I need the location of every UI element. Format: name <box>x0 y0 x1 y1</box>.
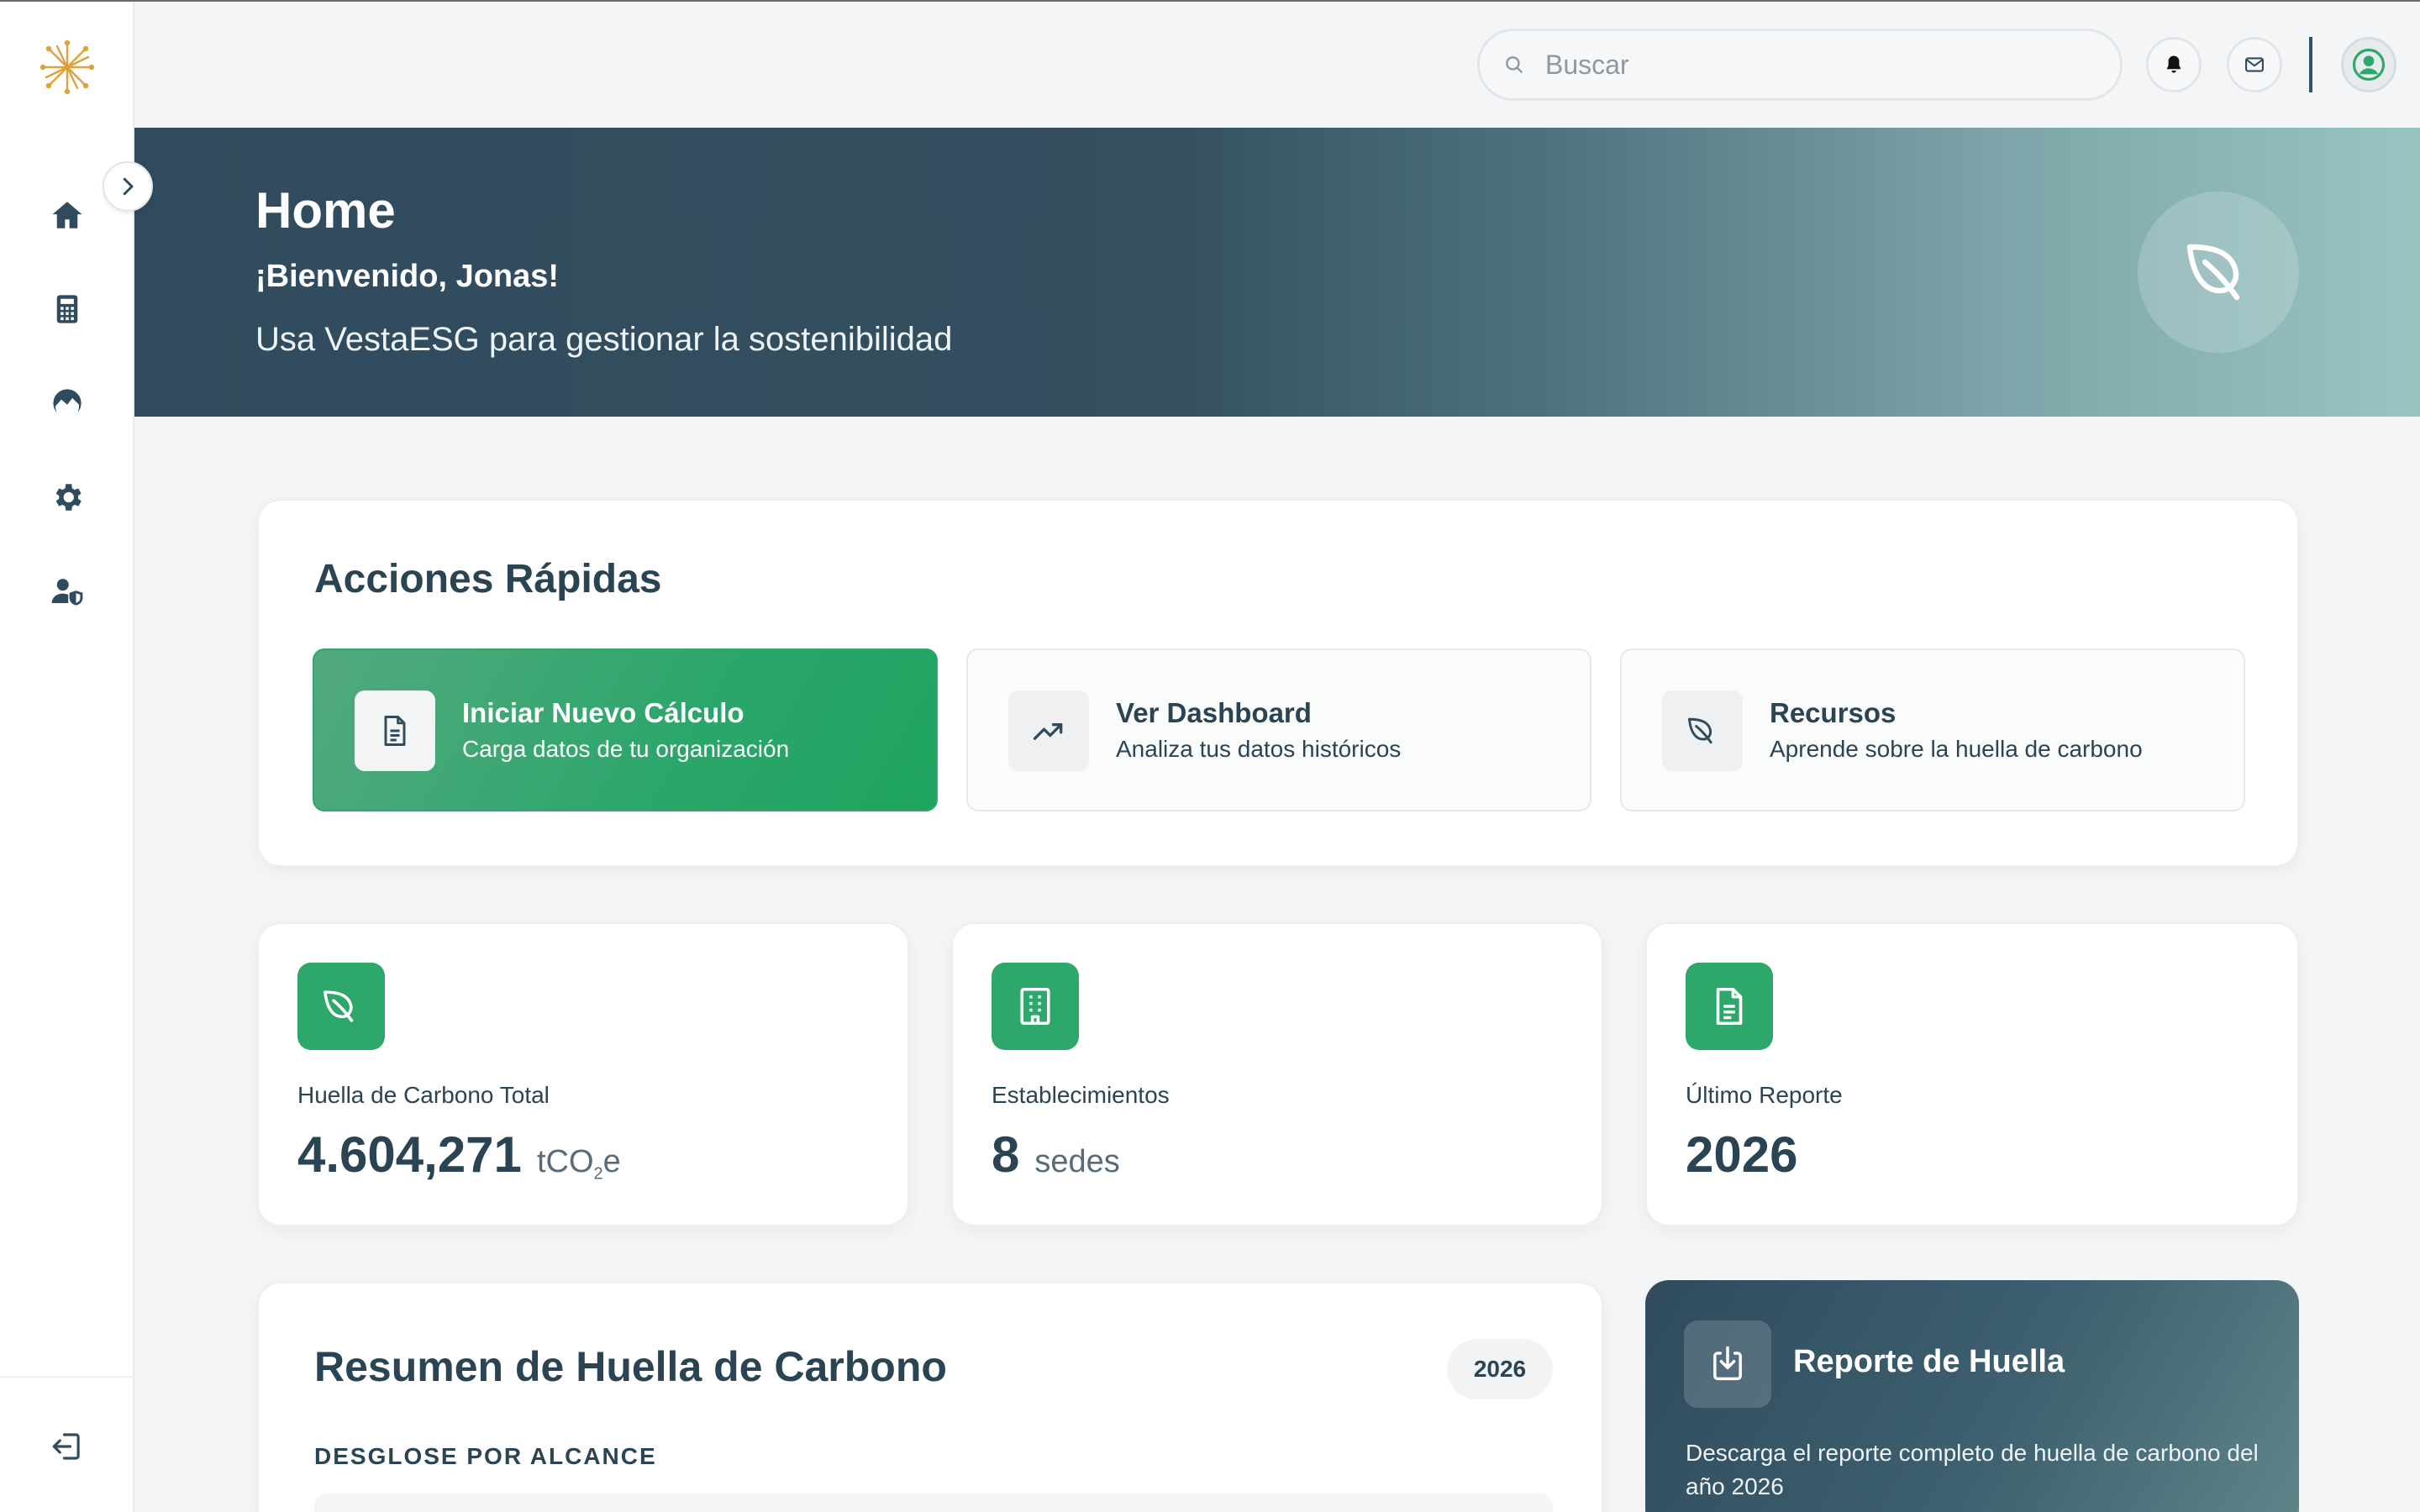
sidebar-toggle-button[interactable] <box>103 161 153 212</box>
sidebar-item-calculator[interactable] <box>40 282 94 336</box>
qa-description: Aprende sobre la huella de carbono <box>1770 736 2143 762</box>
sidebar-item-users[interactable] <box>40 564 94 618</box>
chevron-right-icon <box>123 177 134 196</box>
unit-main: tCO <box>536 1144 594 1179</box>
carbon-summary-card: Resumen de Huella de Carbono 2026 DESGLO… <box>257 1282 1603 1512</box>
search-box[interactable] <box>1477 29 2123 101</box>
stat-icon-box <box>1686 963 1773 1050</box>
qa-description: Analiza tus datos históricos <box>1116 736 1402 762</box>
user-shield-icon <box>51 579 83 606</box>
home-icon <box>52 202 82 228</box>
leaf-icon <box>324 990 354 1022</box>
welcome-subtitle: Usa VestaESG para gestionar la sostenibi… <box>255 321 953 358</box>
user-circle-icon <box>2352 48 2386 81</box>
unit-end: e <box>602 1144 621 1179</box>
stat-label: Último Reporte <box>1686 1082 1843 1108</box>
top-header <box>136 2 2420 128</box>
sidebar-item-home[interactable] <box>40 188 94 242</box>
welcome-message: ¡Bienvenido, Jonas! <box>255 259 560 294</box>
trend-up-icon <box>1033 723 1063 740</box>
gear-icon <box>55 484 82 511</box>
qa-icon-box <box>1662 690 1743 771</box>
leaf-icon <box>2186 244 2240 301</box>
page-title: Home <box>255 182 396 239</box>
stat-icon-box <box>297 963 385 1050</box>
stat-value: 8 <box>992 1126 1020 1183</box>
hero-leaf-badge <box>2138 192 2299 353</box>
app-logo[interactable] <box>37 37 97 97</box>
messages-button[interactable] <box>2227 37 2282 92</box>
qa-label: Recursos <box>1770 697 1897 728</box>
bell-icon <box>2166 55 2181 73</box>
stat-value-row: 2026 <box>1686 1126 1797 1184</box>
resources-button[interactable]: Recursos Aprende sobre la huella de carb… <box>1620 648 2245 811</box>
stat-value-row: 8 sedes <box>992 1126 1120 1184</box>
search-input[interactable] <box>1545 49 2049 81</box>
logout-icon <box>52 1433 80 1460</box>
year-selector[interactable]: 2026 <box>1447 1339 1553 1399</box>
qa-icon-box <box>355 690 435 771</box>
stat-unit: tCO2e <box>537 1144 621 1184</box>
stat-unit: sedes <box>1034 1144 1120 1179</box>
sidebar-item-dashboard[interactable] <box>40 376 94 430</box>
document-icon <box>384 716 406 746</box>
stat-icon-box <box>992 963 1079 1050</box>
sidebar-item-settings[interactable] <box>40 470 94 524</box>
calculator-icon <box>56 295 78 323</box>
summary-subtitle: DESGLOSE POR ALCANCE <box>314 1443 657 1469</box>
qa-description: Carga datos de tu organización <box>462 736 790 762</box>
sidebar <box>0 2 134 1512</box>
report-title: Reporte de Huella <box>1793 1344 2065 1379</box>
quick-actions-title: Acciones Rápidas <box>314 557 662 601</box>
qa-label: Ver Dashboard <box>1116 697 1312 728</box>
logout-button[interactable] <box>40 1420 94 1473</box>
report-description: Descarga el reporte completo de huella d… <box>1686 1440 2259 1499</box>
unit-subscript: 2 <box>593 1164 603 1184</box>
sidebar-divider <box>0 1376 134 1378</box>
chart-icon <box>53 389 82 419</box>
user-avatar-button[interactable] <box>2341 37 2396 92</box>
leaf-icon <box>1687 717 1712 744</box>
stat-label: Huella de Carbono Total <box>297 1082 550 1108</box>
search-icon <box>1506 56 1523 73</box>
qa-icon-box <box>1008 690 1089 771</box>
document-icon <box>1716 987 1743 1026</box>
stat-value: 2026 <box>1686 1126 1798 1183</box>
building-icon <box>1020 987 1050 1026</box>
stat-label: Establecimientos <box>992 1082 1170 1108</box>
stat-value-row: 4.604,271 tCO2e <box>297 1126 621 1184</box>
scope-breakdown-bar <box>314 1494 1553 1512</box>
qa-label: Iniciar Nuevo Cálculo <box>462 697 744 728</box>
welcome-banner: Home ¡Bienvenido, Jonas! Usa VestaESG pa… <box>134 128 2420 417</box>
notifications-button[interactable] <box>2146 37 2202 92</box>
quick-actions-card: Acciones Rápidas Iniciar Nuevo Cálculo C… <box>257 499 2299 867</box>
stat-card-carbon: Huella de Carbono Total 4.604,271 tCO2e <box>257 922 909 1226</box>
report-icon-box <box>1684 1320 1771 1408</box>
summary-title: Resumen de Huella de Carbono <box>314 1343 947 1390</box>
new-calculation-button[interactable]: Iniciar Nuevo Cálculo Carga datos de tu … <box>313 648 938 811</box>
stat-card-last-report: Último Reporte 2026 <box>1645 922 2299 1226</box>
stat-card-establishments: Establecimientos 8 sedes <box>951 922 1603 1226</box>
view-dashboard-button[interactable]: Ver Dashboard Analiza tus datos históric… <box>966 648 1591 811</box>
header-divider <box>2309 37 2312 92</box>
report-card[interactable]: Reporte de Huella Descarga el reporte co… <box>1645 1280 2299 1512</box>
stat-value: 4.604,271 <box>297 1126 522 1183</box>
download-icon <box>1713 1346 1742 1381</box>
mail-icon <box>2245 57 2264 72</box>
